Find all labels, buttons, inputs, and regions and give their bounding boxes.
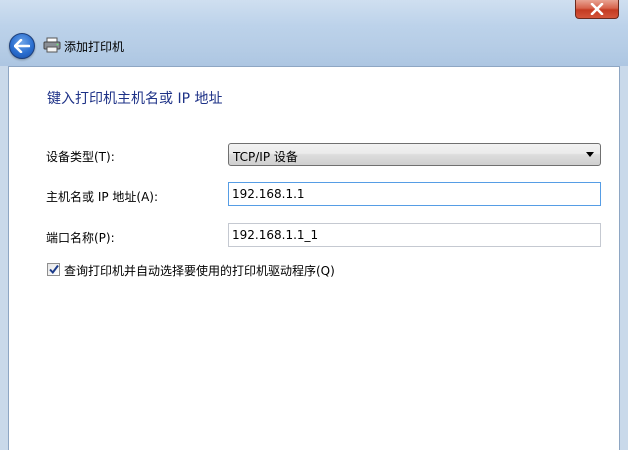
close-icon [590,3,604,15]
host-input[interactable] [228,182,601,206]
title-bar: 添加打印机 [0,0,628,66]
query-printer-label: 查询打印机并自动选择要使用的打印机驱动程序(Q) [64,264,335,278]
port-name-input[interactable] [228,223,601,247]
host-label: 主机名或 IP 地址(A): [46,190,159,204]
content-pane: 键入打印机主机名或 IP 地址 设备类型(T): TCP/IP 设备 主机名或 … [8,66,620,450]
port-label: 端口名称(P): [46,231,115,245]
checkmark-icon [49,264,59,275]
back-arrow-icon [14,39,30,53]
query-printer-checkbox[interactable] [47,263,60,276]
chevron-down-icon [586,152,594,157]
window-title: 添加打印机 [64,40,125,54]
device-type-label: 设备类型(T): [46,150,115,164]
printer-icon [43,37,61,53]
device-type-select[interactable]: TCP/IP 设备 [228,143,601,166]
page-heading: 键入打印机主机名或 IP 地址 [47,91,223,107]
device-type-value: TCP/IP 设备 [233,150,298,164]
back-button[interactable] [9,33,35,59]
close-button[interactable] [575,0,619,19]
